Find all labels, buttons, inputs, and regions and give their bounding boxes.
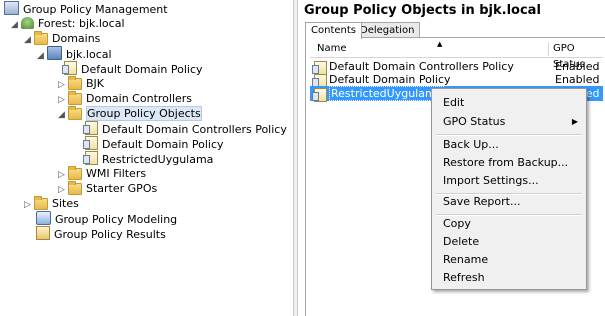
column-separator[interactable] [548, 42, 549, 56]
sort-ascending-icon: ▲ [437, 40, 443, 48]
row-name: Default Domain Policy [329, 73, 451, 86]
tree-domain-label: bjk.local [66, 48, 112, 61]
tree-forest[interactable]: ◢ Forest: bjk.local [10, 16, 125, 32]
tree-domain-controllers-label: Domain Controllers [86, 92, 193, 105]
tree-gpo-item[interactable]: RestrictedUygulama [83, 151, 214, 167]
menu-item-edit[interactable]: Edit [434, 94, 584, 112]
gpo-icon [83, 121, 98, 135]
tree-domain-controllers[interactable]: ▷ Domain Controllers [57, 91, 192, 107]
menu-item-rename[interactable]: Rename [434, 251, 584, 269]
tree-root-label: Group Policy Management [23, 3, 168, 16]
details-title: Group Policy Objects in bjk.local [304, 3, 541, 18]
tree-gpo-container[interactable]: ◢ Group Policy Objects [57, 106, 202, 122]
tree-sites[interactable]: ▷ Sites [23, 196, 79, 212]
menu-item-copy[interactable]: Copy [434, 215, 584, 233]
tab-contents[interactable]: Contents [305, 22, 362, 39]
expanded-arrow-icon[interactable]: ◢ [36, 48, 45, 64]
tree-starter-gpos-label: Starter GPOs [86, 182, 158, 195]
tab-delegation[interactable]: Delegation [354, 22, 421, 38]
tree-domains[interactable]: ◢ Domains [23, 31, 100, 47]
row-status: Enabled [555, 73, 600, 86]
tree-gpo-item[interactable]: Default Domain Controllers Policy [83, 121, 287, 137]
tree-forest-label: Forest: bjk.local [38, 17, 125, 30]
column-gpo-status[interactable]: GPO Status [553, 41, 603, 70]
menu-item-import-settings[interactable]: Import Settings... [434, 172, 584, 190]
menu-item-delete[interactable]: Delete [434, 233, 584, 251]
expanded-arrow-icon[interactable]: ◢ [57, 107, 66, 123]
folder-icon [68, 106, 82, 120]
tree-sites-label: Sites [52, 197, 79, 210]
tree-starter-gpos[interactable]: ▷ Starter GPOs [57, 181, 157, 197]
modeling-icon [36, 211, 51, 225]
menu-item-save-report[interactable]: Save Report... [434, 193, 584, 211]
gpo-icon [312, 88, 327, 102]
console-tree: Group Policy Management ◢ Forest: bjk.loc… [0, 0, 293, 316]
menu-item-refresh[interactable]: Refresh [434, 269, 584, 287]
folder-icon [68, 166, 82, 180]
tree-gpo-item[interactable]: Default Domain Policy [83, 136, 224, 152]
menu-item-gpo-status[interactable]: GPO Status ▶ [434, 113, 584, 131]
forest-icon [21, 17, 34, 29]
tree-wmi-filters[interactable]: ▷ WMI Filters [57, 166, 146, 182]
tree-domain[interactable]: ◢ bjk.local [36, 46, 112, 62]
tree-bjk-label: BJK [86, 77, 105, 90]
expanded-arrow-icon[interactable]: ◢ [23, 32, 32, 48]
expanded-arrow-icon[interactable]: ◢ [10, 17, 19, 33]
folder-icon [34, 31, 48, 45]
ou-folder-icon [68, 91, 82, 105]
tree-wmi-filters-label: WMI Filters [86, 167, 147, 180]
ou-folder-icon [68, 76, 82, 90]
collapsed-arrow-icon[interactable]: ▷ [23, 197, 32, 213]
tree-results-label: Group Policy Results [54, 228, 166, 241]
folder-icon [68, 181, 82, 195]
tree-root[interactable]: Group Policy Management [4, 1, 168, 17]
context-menu: Edit GPO Status ▶ Back Up... Restore fro… [431, 88, 587, 290]
tree-gpo-item-label: RestrictedUygulama [102, 153, 214, 166]
tree-modeling[interactable]: Group Policy Modeling [36, 211, 177, 227]
column-name[interactable]: Name [317, 41, 347, 57]
gpm-icon [4, 1, 19, 15]
menu-item-restore[interactable]: Restore from Backup... [434, 154, 584, 172]
menu-item-label: GPO Status [443, 115, 506, 128]
list-header: Name ▲ GPO Status [310, 40, 603, 70]
gpo-link-icon [62, 61, 77, 75]
list-row[interactable]: Default Domain Policy Enabled [310, 72, 603, 88]
tree-modeling-label: Group Policy Modeling [55, 213, 178, 226]
tree-gpo-container-label: Group Policy Objects [86, 106, 202, 121]
row-name: RestrictedUygulama [329, 86, 445, 101]
tree-domains-label: Domains [52, 32, 101, 45]
tree-bjk[interactable]: ▷ BJK [57, 76, 104, 92]
results-icon [36, 226, 50, 240]
domain-icon [47, 46, 62, 60]
tree-gpo-item-label: Default Domain Policy [102, 138, 224, 151]
tree-default-domain-policy-label: Default Domain Policy [81, 63, 203, 76]
tree-gpo-item-label: Default Domain Controllers Policy [102, 123, 287, 136]
gpo-icon [83, 151, 98, 165]
tree-default-domain-policy[interactable]: Default Domain Policy [58, 61, 203, 77]
gpo-icon [83, 136, 98, 150]
submenu-arrow-icon: ▶ [571, 117, 578, 126]
menu-item-back-up[interactable]: Back Up... [434, 136, 584, 154]
tree-results[interactable]: Group Policy Results [36, 226, 166, 242]
sites-folder-icon [34, 196, 48, 210]
